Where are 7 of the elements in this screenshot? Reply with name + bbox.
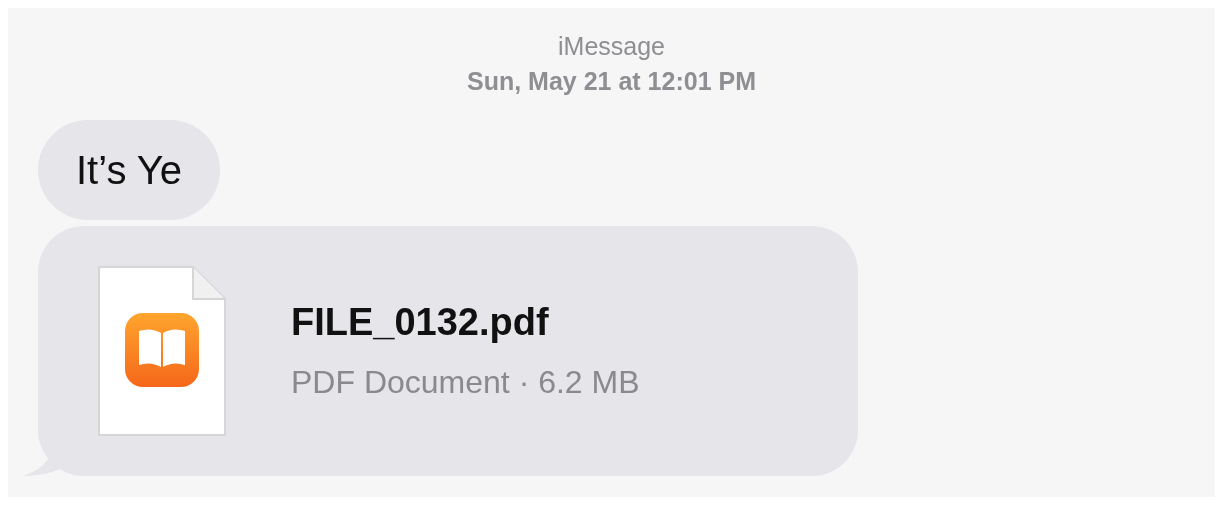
file-attachment-bubble[interactable]: FILE_0132.pdf PDF Document · 6.2 MB xyxy=(38,226,858,476)
pdf-document-icon xyxy=(95,263,229,439)
message-bubble: It’s Ye xyxy=(38,120,221,220)
file-name: FILE_0132.pdf xyxy=(291,301,550,344)
file-details: PDF Document · 6.2 MB xyxy=(291,364,640,401)
timestamp: Sun, May 21 at 12:01 PM xyxy=(467,67,756,96)
service-name: iMessage xyxy=(558,32,665,61)
